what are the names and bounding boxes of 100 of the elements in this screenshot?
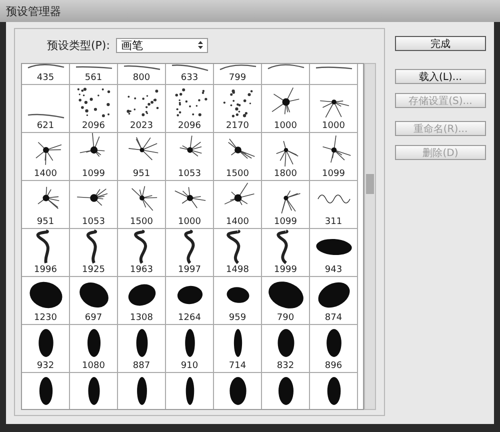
brush-preset-item[interactable]: 561 [70,64,118,85]
brush-preset-item[interactable]: 1500 [118,181,166,229]
brush-preset-item[interactable]: 1099 [310,133,358,181]
brush-preset-item[interactable]: 951 [22,181,70,229]
brush-preset-item[interactable]: 1053 [70,181,118,229]
brush-stroke-drawing [178,135,202,157]
brush-preset-item[interactable]: 1500 [214,133,262,181]
brush-stroke-drawing [123,65,160,70]
brush-preset-item[interactable]: 435 [22,64,70,85]
brush-size-label: 2023 [130,121,153,131]
brush-stroke-drawing [29,282,62,308]
brush-preset-item[interactable]: 800 [118,64,166,85]
brush-preset-item[interactable]: 621 [22,85,70,133]
brush-stroke-drawing [136,377,146,405]
brush-stroke-drawing [75,66,112,69]
brush-preset-item[interactable]: 1099 [262,181,310,229]
dialog-button[interactable]: 完成 [395,36,486,51]
brush-stroke-drawing [36,230,49,264]
brush-stroke-drawing [134,230,146,264]
brush-size-label: 1230 [34,313,57,323]
brush-size-label: 943 [324,265,342,275]
brush-preset-item[interactable]: 1996 [22,229,70,277]
brush-preset-item[interactable]: 1400 [22,133,70,181]
brush-stroke-drawing [275,140,298,167]
scrollbar[interactable] [364,63,376,410]
brush-size-label: 2170 [226,121,249,131]
brush-size-label: 714 [228,361,246,371]
brush-preset-item[interactable]: 1230 [22,277,70,325]
brush-size-label: 435 [36,73,54,83]
brush-preset-item[interactable]: 697 [70,277,118,325]
brush-stroke-drawing [267,64,304,70]
brush-stroke-drawing [319,100,349,118]
brush-size-label: 1000 [274,121,297,131]
brush-stroke-drawing [86,329,100,357]
brush-preset-item[interactable]: 1400 [214,181,262,229]
brush-preset-item[interactable]: 1925 [70,229,118,277]
brush-preset-item[interactable]: 714 [214,325,262,373]
brush-preset-item[interactable]: 1963 [118,229,166,277]
brush-size-label: 1498 [226,265,249,275]
brush-preset-item[interactable]: 2170 [214,85,262,133]
brush-size-label: 1080 [82,361,105,371]
brush-stroke-drawing [271,87,300,115]
brush-preset-item[interactable]: 1000 [310,85,358,133]
brush-preset-item[interactable]: 832 [262,325,310,373]
brush-preset-item[interactable]: 896 [310,325,358,373]
brush-size-label: 2096 [82,121,105,131]
brush-stroke-drawing [76,188,108,206]
brush-stroke-drawing [317,194,350,204]
brush-size-label: 1400 [34,169,57,179]
scrollbar-thumb[interactable] [366,174,374,194]
brush-stroke-drawing [126,90,158,116]
brush-preset-item[interactable]: 874 [310,277,358,325]
brush-stroke-drawing [219,64,256,70]
brush-preset-item[interactable]: 959 [214,277,262,325]
brush-size-label: 697 [84,313,102,323]
brush-size-label: 1963 [130,265,153,275]
brush-preset-item[interactable]: 1099 [70,133,118,181]
dialog-button[interactable]: 载入(L)... [395,69,486,84]
brush-size-label: 951 [132,169,150,179]
brush-preset-item[interactable]: 1999 [262,229,310,277]
brush-preset-item[interactable]: 799 [214,64,262,85]
brush-stroke-drawing [226,287,249,303]
brush-stroke-drawing [184,329,194,357]
preset-type-dropdown[interactable]: 画笔 [116,38,208,52]
brush-preset-item[interactable]: 1308 [118,277,166,325]
brush-size-label: 1000 [322,121,345,131]
brush-size-label: 951 [36,217,54,227]
brush-stroke-drawing [38,377,52,405]
brush-preset-item[interactable]: 943 [310,229,358,277]
brush-size-label: 1053 [82,217,105,227]
brush-stroke-drawing [136,329,148,357]
brush-preset-item[interactable]: 2096 [166,85,214,133]
brush-preset-item[interactable]: 2096 [70,85,118,133]
brush-stroke-drawing [79,133,105,157]
brush-preset-item[interactable]: 2023 [118,85,166,133]
brush-preset-item[interactable]: 1000 [166,181,214,229]
brush-preset-item[interactable]: 951 [118,133,166,181]
brush-preset-item[interactable]: 932 [22,325,70,373]
brush-size-label: 790 [276,313,294,323]
brush-preset-item[interactable]: 1080 [70,325,118,373]
brush-preset-item[interactable]: 1997 [166,229,214,277]
brush-stroke-drawing [176,286,202,304]
brush-preset-item[interactable]: 887 [118,325,166,373]
brush-size-label: 959 [228,313,246,323]
brush-preset-item[interactable]: 633 [166,64,214,85]
brush-stroke-drawing [224,182,254,206]
window-title: 预设管理器 [6,4,61,18]
brush-stroke-drawing [128,136,158,160]
brush-stroke-drawing [315,66,352,70]
brush-preset-item[interactable]: 311 [310,181,358,229]
brush-size-label: 561 [84,73,102,83]
brush-preset-item[interactable]: 1000 [262,85,310,133]
brush-preset-item[interactable]: 790 [262,277,310,325]
brush-preset-item[interactable]: 910 [166,325,214,373]
up-down-arrows-icon [198,41,203,49]
brush-preset-item[interactable]: 1053 [166,133,214,181]
brush-size-label: 1500 [130,217,153,227]
brush-preset-item[interactable]: 1498 [214,229,262,277]
brush-preset-item[interactable]: 1264 [166,277,214,325]
brush-preset-item[interactable]: 1800 [262,133,310,181]
